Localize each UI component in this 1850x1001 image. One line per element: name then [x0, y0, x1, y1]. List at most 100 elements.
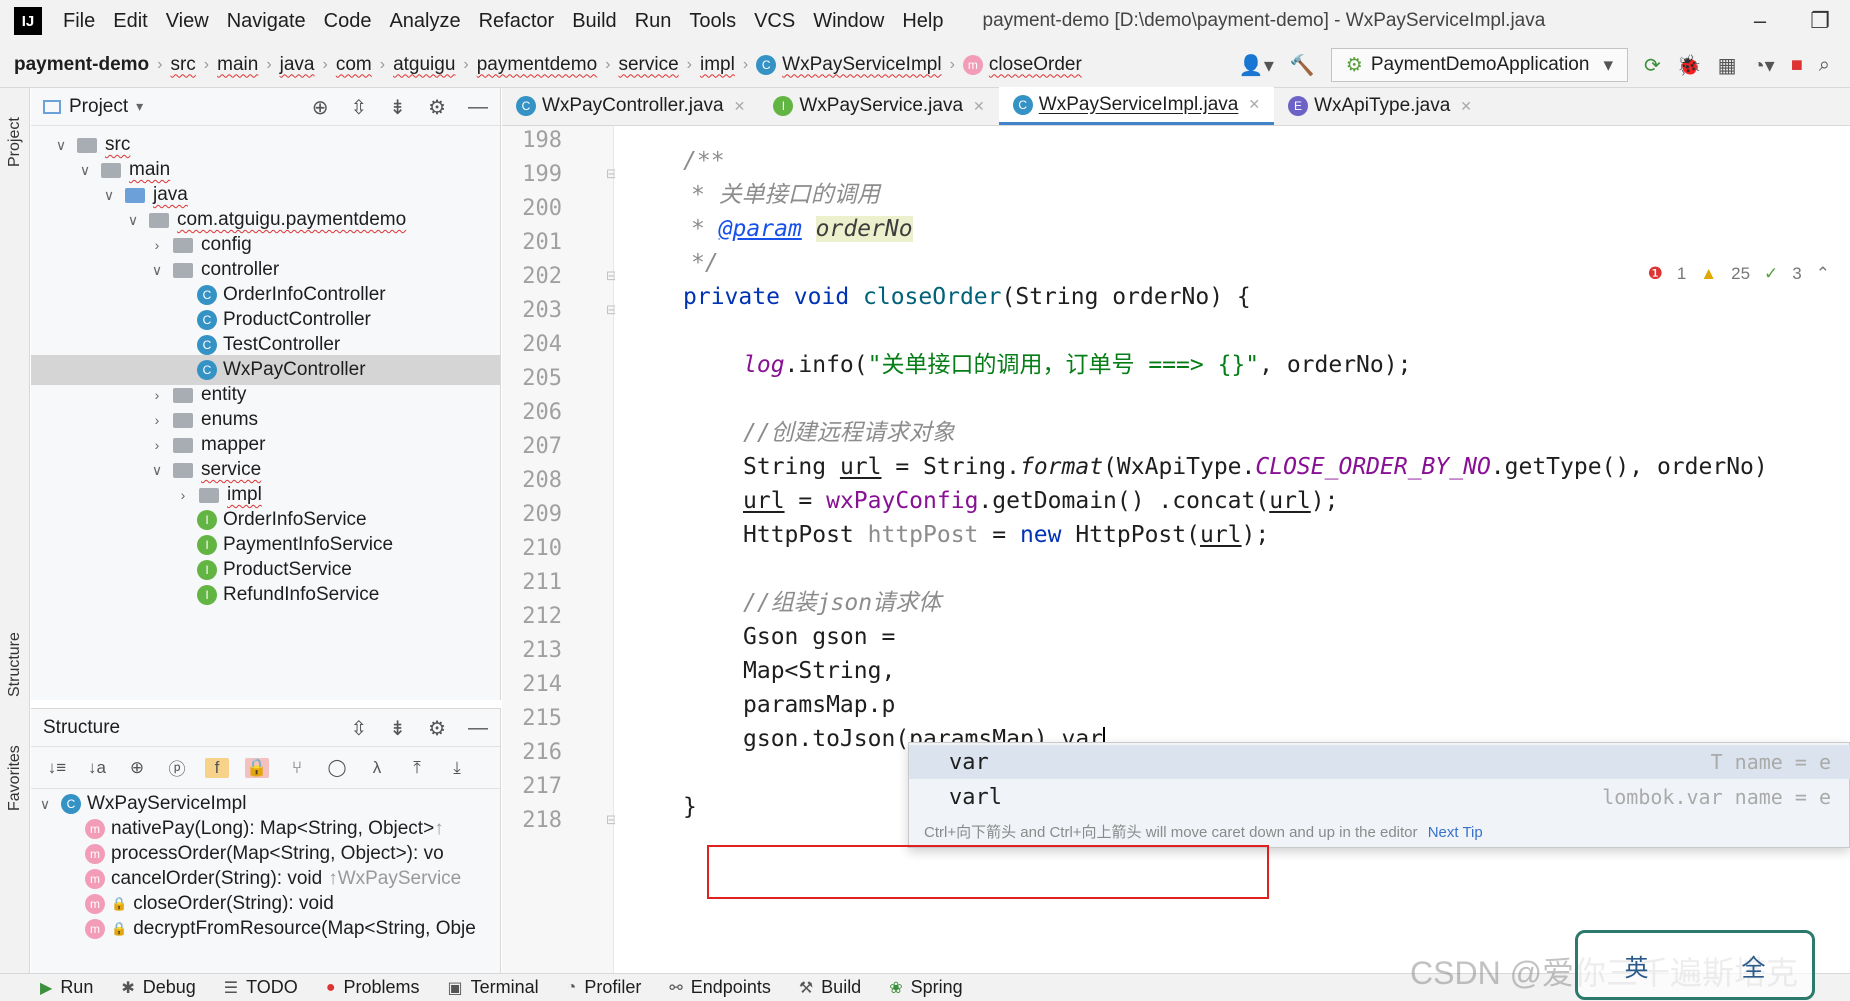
- chevron-down-icon[interactable]: ∨: [99, 187, 119, 204]
- tab-wxpaycontroller[interactable]: C WxPayController.java ✕: [502, 87, 759, 125]
- menu-window[interactable]: Window: [804, 10, 893, 33]
- close-icon[interactable]: ✕: [734, 98, 746, 115]
- stop-icon[interactable]: ■: [1791, 54, 1803, 77]
- completion-item[interactable]: var T name = e: [909, 745, 1850, 779]
- rerun-icon[interactable]: ⟳: [1644, 53, 1661, 78]
- chevron-down-icon[interactable]: ∨: [75, 162, 95, 179]
- close-icon[interactable]: ✕: [973, 98, 985, 115]
- hammer-build-icon[interactable]: 🔨: [1290, 53, 1315, 78]
- chevron-down-icon[interactable]: ∨: [147, 462, 167, 479]
- autoscroll-from-source-icon[interactable]: ⤓: [445, 758, 469, 778]
- chevron-right-icon[interactable]: ›: [147, 387, 167, 403]
- tool-window-favorites[interactable]: Favorites: [0, 728, 30, 828]
- tree-item-wxpaycontroller[interactable]: C WxPayController: [31, 355, 500, 385]
- inspection-widget[interactable]: ❶1 ▲ 25 ✓ 3 ⌃: [1648, 264, 1830, 284]
- show-anonymous-icon[interactable]: ⑂: [285, 758, 309, 778]
- gear-icon[interactable]: ⚙: [428, 716, 446, 741]
- menu-vcs[interactable]: VCS: [745, 10, 804, 33]
- tool-window-terminal[interactable]: ▣ Terminal: [448, 977, 539, 998]
- menu-tools[interactable]: Tools: [680, 10, 745, 33]
- chevron-right-icon[interactable]: ›: [147, 437, 167, 453]
- chevron-right-icon[interactable]: ›: [173, 487, 193, 503]
- locate-icon[interactable]: ⊕: [312, 95, 329, 120]
- method-icon: m: [85, 919, 105, 939]
- terminal-icon: ▣: [447, 979, 463, 997]
- chevron-down-icon[interactable]: ∨: [35, 796, 55, 813]
- maximize-icon[interactable]: ❐: [1790, 8, 1850, 34]
- menu-build[interactable]: Build: [563, 10, 625, 33]
- menu-help[interactable]: Help: [893, 10, 952, 33]
- menu-code[interactable]: Code: [315, 10, 381, 33]
- tab-wxpayserviceimpl[interactable]: C WxPayServiceImpl.java ✕: [998, 87, 1275, 125]
- autoscroll-to-source-icon[interactable]: ⤒: [405, 758, 429, 778]
- hide-icon[interactable]: —: [468, 96, 488, 119]
- menu-refactor[interactable]: Refactor: [470, 10, 564, 33]
- structure-member[interactable]: m 🔒 decryptFromResource(Map<String, Obje: [85, 914, 476, 944]
- breadcrumb-atguigu[interactable]: atguigu: [393, 54, 455, 76]
- hide-icon[interactable]: —: [468, 717, 488, 740]
- breadcrumb-java[interactable]: java: [280, 54, 315, 76]
- collapse-all-icon[interactable]: ⇟: [389, 716, 406, 741]
- breadcrumb-method[interactable]: closeOrder: [989, 54, 1082, 76]
- tool-window-endpoints[interactable]: ⚯ Endpoints: [669, 977, 770, 998]
- completion-item[interactable]: varl lombok.var name = e: [909, 780, 1850, 814]
- code-completion-popup: var T name = e varl lombok.var name = e …: [908, 742, 1850, 848]
- project-panel-title[interactable]: Project: [69, 96, 128, 118]
- breadcrumb-src[interactable]: src: [170, 54, 195, 76]
- chevron-up-icon[interactable]: ⌃: [1816, 264, 1830, 284]
- tool-window-problems[interactable]: ● Problems: [326, 977, 420, 998]
- debug-icon[interactable]: 🐞: [1677, 53, 1702, 78]
- sort-by-visibility-icon[interactable]: ↓≡: [45, 758, 69, 778]
- breadcrumb-paymentdemo[interactable]: paymentdemo: [477, 54, 597, 76]
- breadcrumb-service[interactable]: service: [618, 54, 678, 76]
- menu-analyze[interactable]: Analyze: [380, 10, 469, 33]
- breadcrumb-project[interactable]: payment-demo: [14, 54, 149, 76]
- profiler-icon[interactable]: ◔▾: [1753, 53, 1775, 78]
- show-non-public-icon[interactable]: 🔒: [245, 757, 269, 778]
- close-icon[interactable]: ✕: [1248, 96, 1260, 113]
- tool-window-spring[interactable]: ❀ Spring: [889, 977, 962, 998]
- search-icon[interactable]: ⌕: [1819, 54, 1830, 77]
- menu-run[interactable]: Run: [626, 10, 681, 33]
- menu-navigate[interactable]: Navigate: [218, 10, 315, 33]
- tool-window-build[interactable]: ⚒ Build: [799, 977, 861, 998]
- expand-all-icon[interactable]: ⇳: [351, 95, 368, 120]
- tool-window-profiler[interactable]: ◔ Profiler: [567, 977, 642, 998]
- tool-window-run[interactable]: ▶ Run: [40, 977, 93, 998]
- show-properties-icon[interactable]: ⓟ: [165, 755, 189, 780]
- coverage-icon[interactable]: ▦: [1718, 53, 1737, 78]
- close-icon[interactable]: ✕: [1460, 98, 1472, 115]
- tool-window-todo[interactable]: ☰ TODO: [224, 977, 298, 998]
- tool-window-project[interactable]: Project: [0, 92, 30, 192]
- chevron-down-icon[interactable]: ∨: [123, 212, 143, 229]
- breadcrumb-com[interactable]: com: [336, 54, 372, 76]
- chevron-down-icon[interactable]: ∨: [51, 137, 71, 154]
- chevron-right-icon[interactable]: ›: [147, 412, 167, 428]
- show-fields-icon[interactable]: f: [205, 757, 229, 778]
- collapse-all-icon[interactable]: ⇟: [389, 95, 406, 120]
- show-inherited-icon[interactable]: ⊕: [125, 758, 149, 778]
- tab-wxapitype[interactable]: E WxApiType.java ✕: [1274, 87, 1486, 125]
- tree-item-refundinfoservice[interactable]: I RefundInfoService: [197, 580, 379, 610]
- breadcrumb-main[interactable]: main: [217, 54, 258, 76]
- tab-wxpayservice[interactable]: I WxPayService.java ✕: [759, 87, 998, 125]
- menu-file[interactable]: File: [54, 10, 104, 33]
- menu-edit[interactable]: Edit: [104, 10, 156, 33]
- run-configuration-select[interactable]: ⚙ PaymentDemoApplication ▾: [1330, 48, 1628, 82]
- menu-view[interactable]: View: [157, 10, 218, 33]
- breadcrumb-impl[interactable]: impl: [700, 54, 735, 76]
- next-tip-link[interactable]: Next Tip: [1428, 824, 1483, 841]
- chevron-down-icon[interactable]: ∨: [147, 262, 167, 279]
- minimize-icon[interactable]: –: [1730, 8, 1790, 34]
- tool-window-structure[interactable]: Structure: [0, 610, 30, 720]
- gear-icon[interactable]: ⚙: [428, 95, 446, 120]
- chevron-down-icon[interactable]: ▾: [136, 98, 143, 115]
- user-icon[interactable]: 👤▾: [1239, 53, 1274, 78]
- sort-alphabetically-icon[interactable]: ↓a: [85, 758, 109, 778]
- lambda-icon[interactable]: λ: [365, 758, 389, 778]
- breadcrumb-class[interactable]: WxPayServiceImpl: [782, 54, 941, 76]
- chevron-right-icon[interactable]: ›: [147, 237, 167, 253]
- show-lambdas-icon[interactable]: ◯: [325, 758, 349, 778]
- tool-window-debug[interactable]: ✱ Debug: [121, 977, 195, 998]
- expand-all-icon[interactable]: ⇳: [351, 716, 368, 741]
